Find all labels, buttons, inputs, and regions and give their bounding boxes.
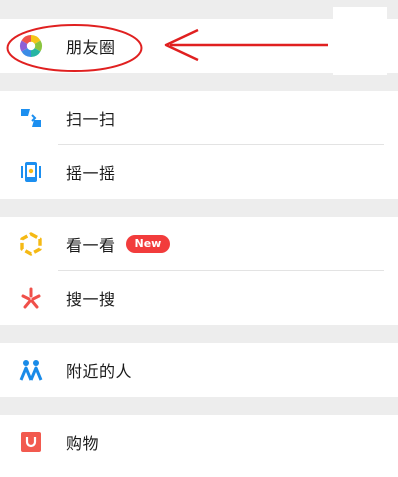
menu-item-top-stories[interactable]: 看一看 New bbox=[0, 217, 398, 271]
menu-item-people-nearby[interactable]: 附近的人 bbox=[0, 343, 398, 397]
menu-item-shopping[interactable]: 购物 bbox=[0, 415, 398, 469]
menu-item-label: 购物 bbox=[66, 434, 100, 453]
top-stories-icon bbox=[18, 231, 44, 257]
section-gap bbox=[0, 397, 398, 415]
scan-icon bbox=[18, 105, 44, 131]
shopping-bag-icon bbox=[18, 429, 44, 455]
menu-item-label: 搜一搜 bbox=[66, 290, 116, 309]
shake-phone-icon bbox=[18, 159, 44, 185]
new-badge: New bbox=[125, 235, 171, 253]
menu-item-label: 扫一扫 bbox=[66, 110, 116, 129]
menu-item-label: 附近的人 bbox=[66, 362, 133, 381]
menu-item-label: 朋友圈 bbox=[66, 38, 116, 57]
section-gap bbox=[0, 199, 398, 217]
menu-group-nearby: 附近的人 bbox=[0, 343, 398, 397]
menu-group-stories-search: 看一看 New 搜一搜 bbox=[0, 217, 398, 325]
menu-item-scan[interactable]: 扫一扫 bbox=[0, 91, 398, 145]
menu-group-shopping: 购物 bbox=[0, 415, 398, 477]
search-star-icon bbox=[18, 285, 44, 311]
menu-item-shake[interactable]: 摇一摇 bbox=[0, 145, 398, 199]
white-overlay-box bbox=[333, 7, 387, 75]
menu-item-label: 看一看 bbox=[66, 236, 116, 255]
section-gap bbox=[0, 325, 398, 343]
menu-group-scan-shake: 扫一扫 摇一摇 bbox=[0, 91, 398, 199]
people-nearby-icon bbox=[18, 357, 44, 383]
section-gap bbox=[0, 73, 398, 91]
menu-item-label: 摇一摇 bbox=[66, 164, 116, 183]
moments-aperture-icon bbox=[18, 33, 44, 59]
menu-item-search[interactable]: 搜一搜 bbox=[0, 271, 398, 325]
